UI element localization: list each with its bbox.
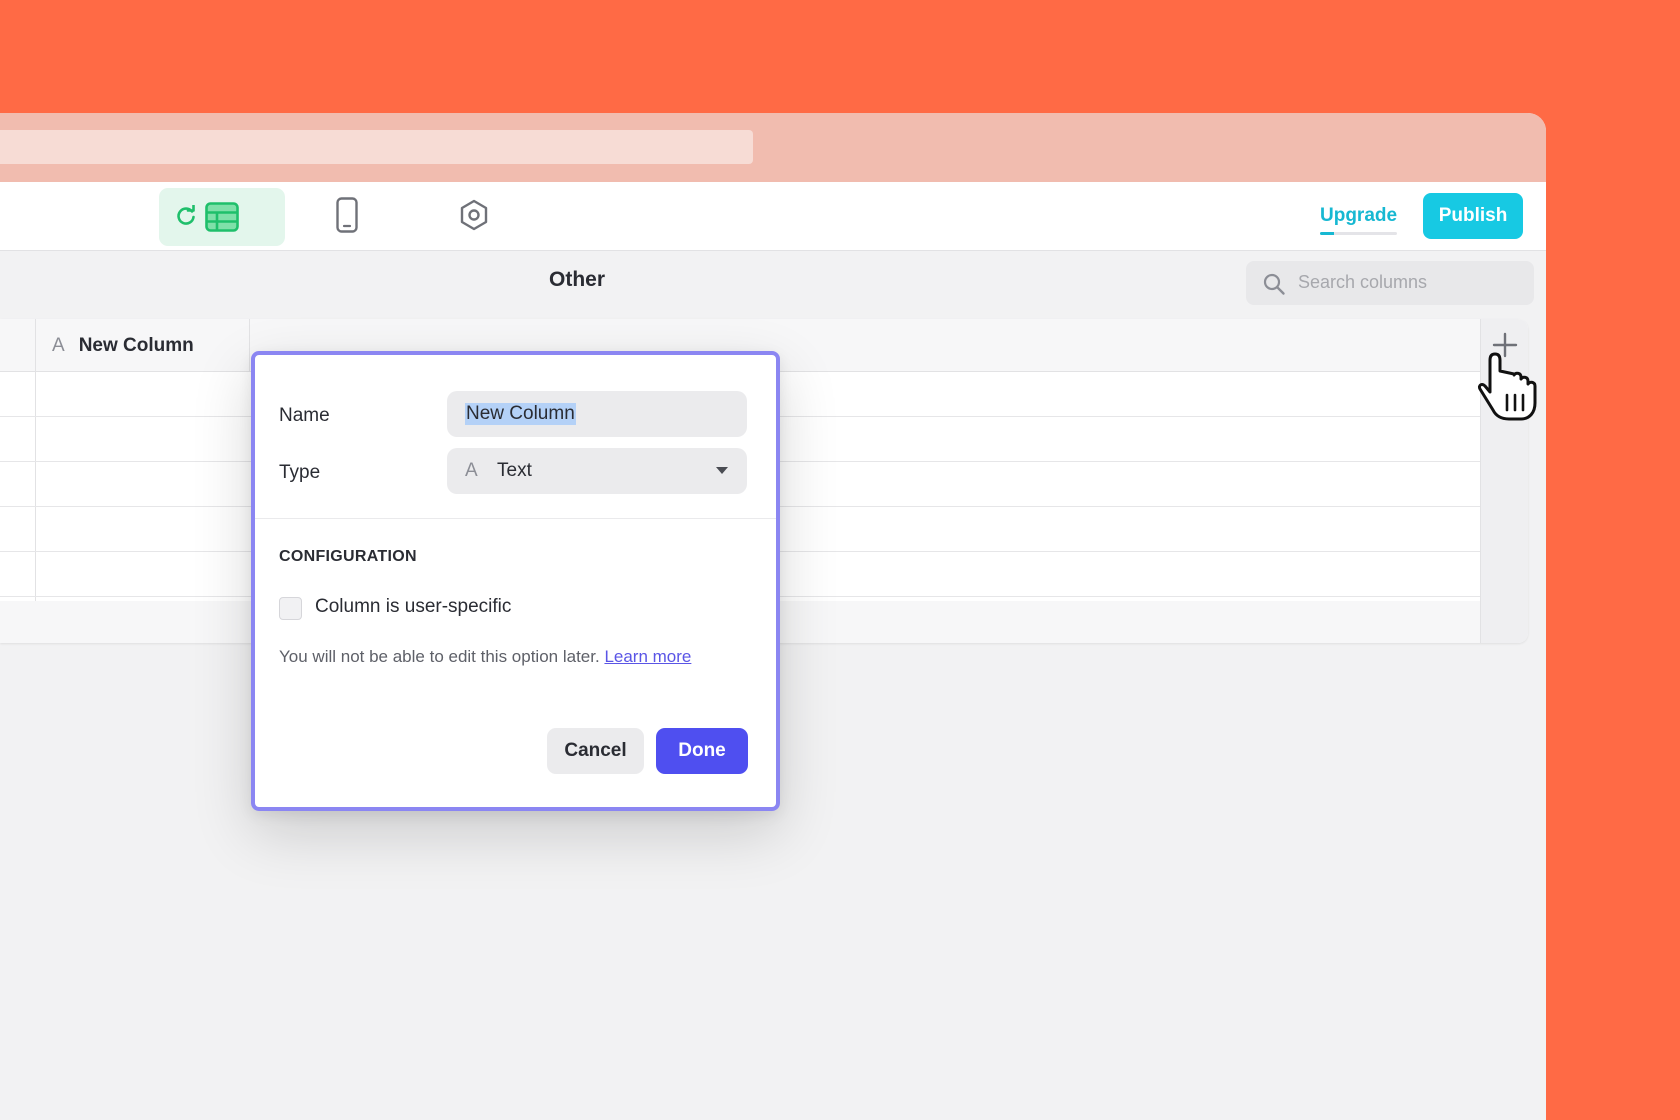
column-config-dialog: Name New Column Type A Text CONFIGURATIO… (251, 351, 780, 811)
browser-titlebar (0, 113, 1546, 182)
name-label: Name (279, 405, 330, 426)
column-name-input[interactable]: New Column (447, 391, 747, 437)
column-type-select[interactable]: A Text (447, 448, 747, 494)
configuration-heading: CONFIGURATION (279, 548, 417, 565)
phone-icon[interactable] (336, 197, 358, 233)
column-header-label: New Column (78, 335, 194, 356)
search-placeholder: Search columns (1298, 272, 1428, 292)
user-specific-label[interactable]: Column is user-specific (315, 596, 511, 618)
hand-pointer-cursor-icon (1478, 352, 1537, 421)
search-input[interactable]: Search columns (1246, 261, 1534, 305)
column-divider (249, 319, 250, 371)
column-header-new-column[interactable]: A New Column (52, 335, 194, 357)
column-subheader: Other Search columns (0, 251, 1546, 311)
config-hint: You will not be able to edit this option… (279, 647, 691, 667)
table-grid-icon (205, 202, 239, 232)
address-bar[interactable] (0, 130, 753, 164)
publish-button[interactable]: Publish (1423, 193, 1523, 239)
text-type-icon: A (52, 335, 65, 356)
chevron-down-icon (716, 467, 728, 474)
done-button[interactable]: Done (656, 728, 748, 774)
type-label: Type (279, 462, 321, 483)
column-divider (35, 319, 36, 643)
refresh-icon (177, 205, 195, 225)
column-name-value: New Column (465, 403, 576, 425)
column-type-value: Text (497, 460, 532, 481)
dialog-divider (255, 518, 776, 519)
hexagon-settings-icon[interactable] (458, 199, 490, 231)
config-hint-text: You will not be able to edit this option… (279, 647, 600, 666)
upgrade-link[interactable]: Upgrade (1320, 201, 1398, 235)
search-icon (1263, 273, 1285, 295)
top-toolbar: Upgrade Publish (0, 182, 1546, 251)
page-title: Other (549, 268, 606, 291)
tab-data[interactable] (159, 188, 285, 246)
learn-more-link[interactable]: Learn more (604, 647, 691, 666)
user-specific-checkbox[interactable] (279, 597, 302, 620)
cancel-button[interactable]: Cancel (547, 728, 644, 774)
text-type-icon: A (465, 460, 478, 481)
